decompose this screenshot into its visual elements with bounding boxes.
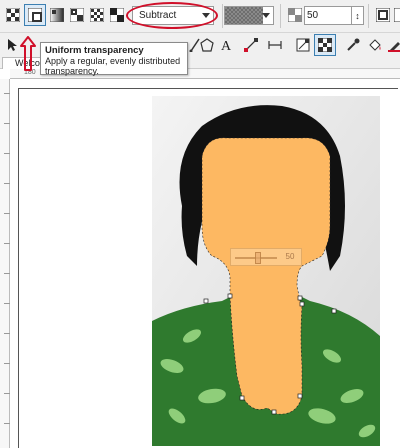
transparency-checker-icon bbox=[284, 4, 306, 26]
swatch-pattern-icon bbox=[225, 7, 263, 24]
transparency-value: 50 bbox=[307, 10, 319, 21]
fountain-transparency-icon[interactable] bbox=[46, 4, 68, 26]
fill-bucket-icon[interactable] bbox=[364, 34, 386, 56]
separator bbox=[280, 4, 281, 28]
text-tool-icon[interactable]: A bbox=[216, 34, 238, 56]
dimension-tool-icon[interactable] bbox=[264, 34, 286, 56]
transparency-color-swatch[interactable] bbox=[224, 6, 274, 25]
connector-tool-icon[interactable] bbox=[240, 34, 262, 56]
slider-handle[interactable] bbox=[255, 252, 261, 264]
interactive-fill-icon[interactable] bbox=[292, 34, 314, 56]
slider-value[interactable]: 50 bbox=[279, 250, 301, 264]
chevron-down-icon bbox=[262, 13, 270, 18]
vertical-ruler[interactable] bbox=[0, 79, 10, 448]
interactive-transparency-slider[interactable]: 50 bbox=[230, 248, 302, 266]
spin-adjust-icon[interactable]: ↕ bbox=[351, 7, 363, 24]
separator bbox=[222, 4, 223, 28]
red-annotation-arrow-icon bbox=[20, 36, 36, 71]
two-color-pattern-transparency-icon[interactable] bbox=[106, 4, 128, 26]
polygon-tool-icon[interactable] bbox=[196, 34, 218, 56]
freeze-icon[interactable] bbox=[372, 4, 394, 26]
property-bar: Subtract 50 ↕ bbox=[0, 0, 400, 33]
transparency-mode-none-icon[interactable] bbox=[2, 4, 24, 26]
transparency-value-field[interactable]: 50 ↕ bbox=[304, 6, 364, 25]
vector-pattern-transparency-icon[interactable] bbox=[66, 4, 88, 26]
chevron-down-icon bbox=[202, 13, 210, 18]
bitmap-pattern-transparency-icon[interactable] bbox=[86, 4, 108, 26]
portrait-image[interactable] bbox=[152, 96, 380, 446]
outline-pen-icon[interactable] bbox=[384, 34, 400, 56]
uniform-transparency-icon[interactable] bbox=[24, 4, 46, 26]
svg-text:A: A bbox=[221, 39, 232, 52]
transparency-tool-icon[interactable] bbox=[314, 34, 336, 56]
copy-transparency-icon[interactable] bbox=[394, 4, 400, 26]
tooltip: Uniform transparency Apply a regular, ev… bbox=[40, 42, 188, 76]
separator bbox=[368, 4, 369, 28]
eyedropper-icon[interactable] bbox=[342, 34, 364, 56]
tooltip-title: Uniform transparency bbox=[45, 45, 144, 56]
merge-mode-value: Subtract bbox=[139, 10, 177, 21]
merge-mode-dropdown[interactable]: Subtract bbox=[132, 6, 214, 25]
tooltip-description: Apply a regular, evenly distributed tran… bbox=[45, 56, 181, 76]
